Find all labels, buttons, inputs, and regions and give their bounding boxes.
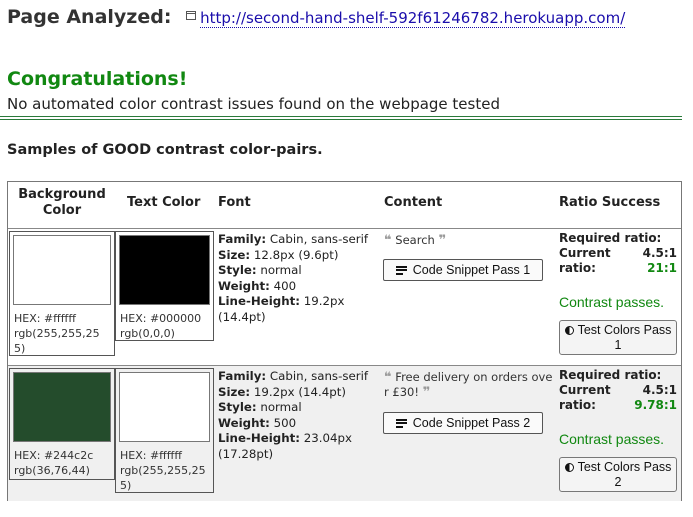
contrast-passes-text: Contrast passes. xyxy=(559,431,665,447)
required-ratio-label: Required ratio: xyxy=(559,368,662,382)
open-quote-icon: ❝ xyxy=(384,370,392,385)
current-ratio-value: 21:1 xyxy=(647,261,677,275)
required-ratio-label: Required ratio: xyxy=(559,231,662,245)
background-swatch-cell: HEX: #244c2c rgb(36,76,44) xyxy=(9,368,115,480)
lines-icon xyxy=(395,418,407,428)
header-text-color: Text Color xyxy=(127,195,201,210)
background-hex-info: HEX: #ffffff rgb(255,255,255) xyxy=(14,312,100,355)
header-ratio-success: Ratio Success xyxy=(559,195,661,210)
lines-icon xyxy=(395,265,407,275)
font-info: Family: Cabin, sans-serif Size: 12.8px (… xyxy=(218,232,369,324)
text-hex-info: HEX: #ffffff rgb(255,255,255) xyxy=(120,449,206,492)
contrast-table: Background Color Text Color Font Content… xyxy=(7,181,682,501)
code-snippet-button[interactable]: Code Snippet Pass 2 xyxy=(383,412,543,434)
text-color-swatch xyxy=(119,372,210,442)
header-content: Content xyxy=(384,195,443,210)
divider xyxy=(0,116,682,120)
close-quote-icon: ❞ xyxy=(438,233,447,248)
test-colors-button[interactable]: Test Colors Pass 2 xyxy=(559,457,677,492)
analyzed-url-link[interactable]: http://second-hand-shelf-592f61246782.he… xyxy=(200,9,626,28)
external-link-icon xyxy=(186,11,197,20)
text-hex-info: HEX: #000000 rgb(0,0,0) xyxy=(120,312,202,340)
header-background-color: Background Color xyxy=(18,187,106,218)
content-sample: ❝ Free delivery on orders over £30! ❞ xyxy=(384,370,553,400)
contrast-icon xyxy=(564,463,574,472)
ratio-cell: Required ratio: Current ratio: 4.5:1 9.7… xyxy=(559,368,677,498)
test-colors-button[interactable]: Test Colors Pass 1 xyxy=(559,320,677,355)
samples-heading: Samples of GOOD contrast color-pairs. xyxy=(7,142,323,158)
content-sample: ❝ Search ❞ xyxy=(384,233,447,248)
ratio-cell: Required ratio: Current ratio: 4.5:1 21:… xyxy=(559,231,677,361)
close-quote-icon: ❞ xyxy=(422,385,431,400)
contrast-passes-text: Contrast passes. xyxy=(559,294,665,310)
background-hex-info: HEX: #244c2c rgb(36,76,44) xyxy=(14,449,94,477)
page-analyzed-label: Page Analyzed: xyxy=(7,6,172,28)
background-color-swatch xyxy=(13,235,111,305)
page-analyzed-header: Page Analyzed: http://second-hand-shelf-… xyxy=(7,6,626,28)
background-swatch-cell: HEX: #ffffff rgb(255,255,255) xyxy=(9,231,115,356)
contrast-icon xyxy=(564,326,574,335)
code-snippet-button[interactable]: Code Snippet Pass 1 xyxy=(383,259,543,281)
header-font: Font xyxy=(218,195,251,210)
congratulations-heading: Congratulations! xyxy=(7,68,188,90)
font-info: Family: Cabin, sans-serif Size: 19.2px (… xyxy=(218,369,369,461)
current-ratio-value: 9.78:1 xyxy=(634,398,677,412)
text-color-swatch xyxy=(119,235,210,305)
current-ratio-label: Current ratio: xyxy=(559,246,611,275)
table-row: HEX: #244c2c rgb(36,76,44) HEX: #ffffff rg… xyxy=(8,365,681,501)
current-ratio-label: Current ratio: xyxy=(559,383,611,412)
table-row: HEX: #ffffff rgb(255,255,255) HEX: #00000… xyxy=(8,228,681,364)
required-ratio-value: 4.5:1 xyxy=(642,383,677,397)
background-color-swatch xyxy=(13,372,111,442)
open-quote-icon: ❝ xyxy=(384,233,392,248)
no-issues-message: No automated color contrast issues found… xyxy=(7,95,500,113)
text-swatch-cell: HEX: #000000 rgb(0,0,0) xyxy=(115,231,214,341)
required-ratio-value: 4.5:1 xyxy=(642,246,677,260)
text-swatch-cell: HEX: #ffffff rgb(255,255,255) xyxy=(115,368,214,493)
